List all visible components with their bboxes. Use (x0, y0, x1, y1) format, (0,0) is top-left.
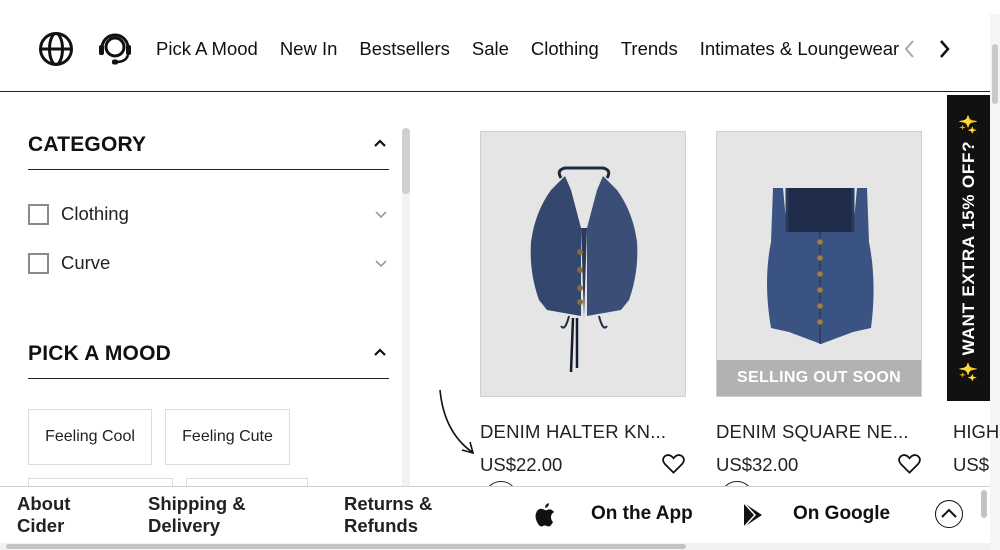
footer-link-line: Delivery (148, 515, 220, 536)
curved-arrow-icon (439, 389, 475, 455)
chevron-up-icon[interactable] (373, 345, 387, 359)
footer-link-returns-refunds[interactable]: Returns & Refunds (344, 493, 432, 537)
filter-label: Curve (61, 252, 111, 273)
promo-side-tab[interactable]: ✨ WANT EXTRA 15% OFF? ✨ (947, 95, 990, 401)
chevron-up-icon[interactable] (373, 136, 387, 150)
page-scrollbar-thumb[interactable] (992, 44, 998, 104)
mood-chip-feeling-cool[interactable]: Feeling Cool (28, 409, 152, 465)
denim-halter-vest-image (530, 166, 638, 373)
filter-sidebar: CATEGORY Clothing Curve PICK A MOOD Feel… (0, 92, 412, 486)
category-section-header[interactable]: CATEGORY (28, 126, 389, 170)
chevron-down-icon[interactable] (375, 209, 387, 221)
back-to-top-button[interactable] (935, 500, 963, 528)
google-play-link[interactable]: On Google (793, 503, 890, 525)
filter-clothing[interactable]: Clothing (28, 203, 389, 227)
product-price-partial: US$ (953, 454, 989, 475)
mood-chip[interactable] (186, 478, 308, 486)
promo-text: WANT EXTRA 15% OFF? (958, 140, 978, 356)
sparkle-icon: ✨ (958, 360, 978, 383)
footer-link-shipping-delivery[interactable]: Shipping & Delivery (148, 493, 246, 537)
filter-label: Clothing (61, 203, 129, 224)
category-title: CATEGORY (28, 133, 147, 156)
app-store-link[interactable]: On the App (591, 503, 693, 525)
nav-link-sale[interactable]: Sale (472, 38, 509, 60)
footer-link-line: Refunds (344, 515, 418, 536)
mood-section-header[interactable]: PICK A MOOD (28, 335, 389, 379)
footer-link-line: Cider (17, 515, 65, 536)
page-scrollbar[interactable] (990, 14, 1000, 550)
selling-out-soon-badge: SELLING OUT SOON (717, 360, 921, 396)
footer-scrollbar-thumb[interactable] (981, 490, 987, 518)
google-play-icon[interactable] (742, 502, 764, 528)
product-image[interactable] (480, 131, 686, 397)
product-name[interactable]: DENIM HALTER KN... (480, 421, 686, 443)
footer-link-line: About (17, 493, 71, 514)
product-name[interactable]: DENIM SQUARE NE... (716, 421, 922, 443)
globe-icon[interactable] (38, 31, 74, 67)
footer-link-line: Returns & (344, 493, 433, 514)
footer-bar: About Cider Shipping & Delivery Returns … (0, 486, 990, 550)
footer-scrollbar[interactable] (980, 486, 988, 522)
chevron-down-icon[interactable] (375, 258, 387, 270)
checkbox[interactable] (28, 253, 49, 274)
product-price: US$32.00 (716, 454, 799, 475)
nav-link-trends[interactable]: Trends (621, 38, 678, 60)
main-nav-links: Pick A Mood New In Bestsellers Sale Clot… (156, 38, 921, 60)
product-image[interactable]: SELLING OUT SOON (716, 131, 922, 397)
mood-chip-feeling-cute[interactable]: Feeling Cute (165, 409, 290, 465)
product-name-partial[interactable]: HIGH (953, 421, 999, 443)
nav-link-new-in[interactable]: New In (280, 38, 338, 60)
customer-service-icon[interactable] (96, 31, 134, 67)
footer-link-about-cider[interactable]: About Cider (17, 493, 70, 537)
mood-title: PICK A MOOD (28, 342, 171, 365)
chevron-left-icon[interactable] (900, 38, 920, 60)
horizontal-scrollbar-thumb[interactable] (6, 544, 686, 549)
nav-link-intimates-loungewear[interactable]: Intimates & Loungewear (700, 38, 900, 60)
sidebar-scrollbar-thumb[interactable] (402, 128, 410, 194)
denim-square-neck-vest-image (767, 188, 874, 344)
horizontal-scrollbar[interactable] (0, 543, 990, 550)
filter-curve[interactable]: Curve (28, 252, 389, 276)
mood-chip[interactable] (28, 478, 173, 486)
nav-link-pick-a-mood[interactable]: Pick A Mood (156, 38, 258, 60)
sparkle-icon: ✨ (958, 113, 978, 136)
chevron-up-icon (941, 508, 957, 518)
nav-link-clothing[interactable]: Clothing (531, 38, 599, 60)
footer-link-line: Shipping & (148, 493, 246, 514)
checkbox[interactable] (28, 204, 49, 225)
chevron-right-icon[interactable] (934, 38, 954, 60)
heart-icon[interactable] (898, 453, 921, 475)
promo-text-wrapper: ✨ WANT EXTRA 15% OFF? ✨ (959, 113, 979, 383)
product-price: US$22.00 (480, 454, 563, 475)
heart-icon[interactable] (662, 453, 685, 475)
sidebar-scrollbar[interactable] (402, 128, 410, 486)
top-navigation: Pick A Mood New In Bestsellers Sale Clot… (0, 0, 990, 92)
nav-link-bestsellers[interactable]: Bestsellers (359, 38, 449, 60)
apple-icon[interactable] (534, 502, 556, 528)
